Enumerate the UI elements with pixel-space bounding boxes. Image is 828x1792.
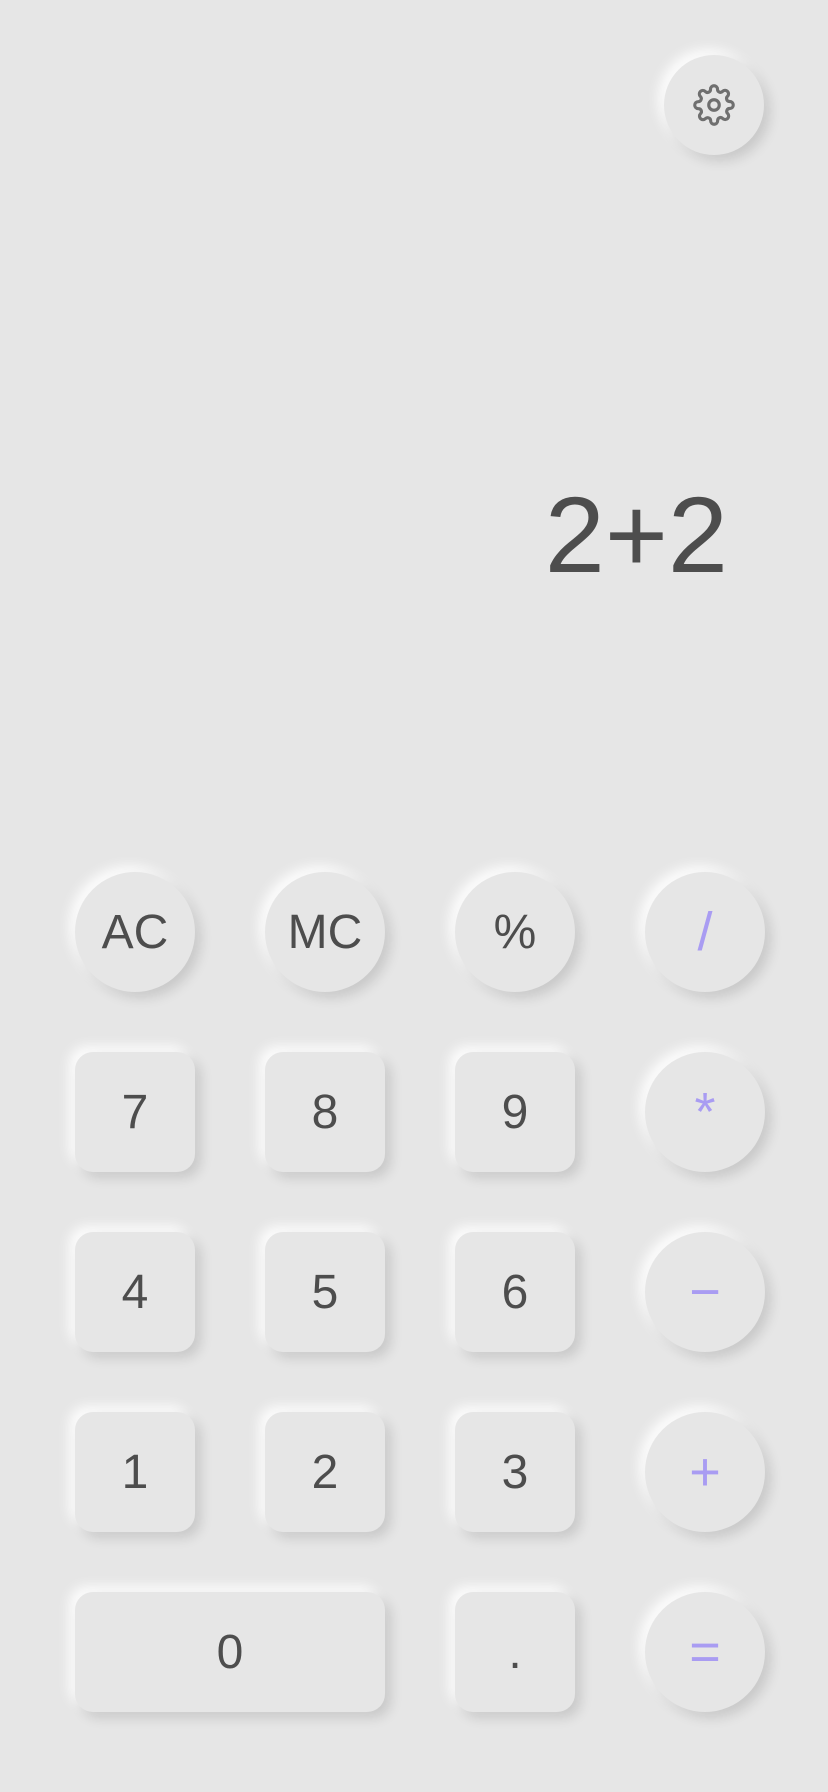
digit-9-button[interactable]: 9: [455, 1052, 575, 1172]
digit-2-button[interactable]: 2: [265, 1412, 385, 1532]
digit-7-button[interactable]: 7: [75, 1052, 195, 1172]
gear-icon: [693, 84, 735, 126]
digit-0-button[interactable]: 0: [75, 1592, 385, 1712]
digit-3-button[interactable]: 3: [455, 1412, 575, 1532]
equals-button[interactable]: =: [645, 1592, 765, 1712]
digit-5-button[interactable]: 5: [265, 1232, 385, 1352]
calculator-display: 2+2: [544, 474, 728, 595]
settings-button[interactable]: [664, 55, 764, 155]
decimal-button[interactable]: .: [455, 1592, 575, 1712]
minus-button[interactable]: −: [645, 1232, 765, 1352]
percent-button[interactable]: %: [455, 872, 575, 992]
plus-button[interactable]: +: [645, 1412, 765, 1532]
mc-button[interactable]: MC: [265, 872, 385, 992]
digit-4-button[interactable]: 4: [75, 1232, 195, 1352]
ac-button[interactable]: AC: [75, 872, 195, 992]
digit-1-button[interactable]: 1: [75, 1412, 195, 1532]
digit-6-button[interactable]: 6: [455, 1232, 575, 1352]
multiply-button[interactable]: *: [645, 1052, 765, 1172]
digit-8-button[interactable]: 8: [265, 1052, 385, 1172]
divide-button[interactable]: /: [645, 872, 765, 992]
